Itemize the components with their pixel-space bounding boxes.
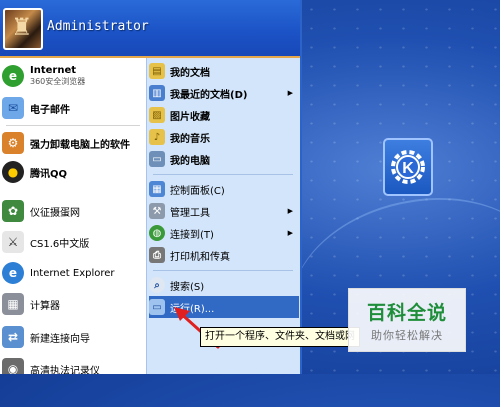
- search-icon: ⌕: [149, 277, 165, 293]
- place-label: 我的文档: [170, 67, 210, 79]
- kde-gear-icon: K: [391, 150, 425, 184]
- system-label: 连接到(T): [170, 229, 214, 241]
- recent-item-uninstall[interactable]: ⚙ 强力卸载电脑上的软件: [2, 129, 144, 157]
- my-music-icon: ♪: [149, 129, 165, 145]
- start-menu-header: Administrator: [0, 0, 300, 58]
- recent-item-label: 腾讯QQ: [30, 168, 68, 180]
- watermark-logo: 百科全说 助你轻松解决: [348, 288, 466, 352]
- recent-item-label: 计算器: [30, 300, 60, 312]
- recent-item-ie[interactable]: e Internet Explorer: [2, 259, 144, 287]
- pinned-item-internet[interactable]: e Internet 360安全浏览器: [2, 60, 144, 92]
- separator: [153, 270, 293, 271]
- user-avatar[interactable]: [3, 8, 43, 50]
- place-label: 图片收藏: [170, 111, 210, 123]
- pinned-item-email[interactable]: ✉ 电子邮件: [2, 94, 144, 122]
- start-menu: Administrator e Internet 360安全浏览器 ✉ 电子邮件…: [0, 0, 302, 374]
- recent-item-label: Internet Explorer: [30, 267, 115, 279]
- help-label: 搜索(S): [170, 281, 205, 293]
- email-icon: ✉: [2, 97, 24, 119]
- recent-item-cs[interactable]: ⚔ CS1.6中文版: [2, 228, 144, 256]
- place-label: 我的音乐: [170, 133, 210, 145]
- calculator-icon: ▦: [2, 293, 24, 315]
- system-connect-to[interactable]: ◍ 连接到(T) ▶: [149, 222, 299, 244]
- help-search[interactable]: ⌕ 搜索(S): [149, 274, 299, 296]
- run-tooltip: 打开一个程序、文件夹、文档或网: [200, 327, 360, 347]
- browser-360-icon: e: [2, 65, 24, 87]
- recent-item-label: 高清执法记录仪: [30, 365, 100, 375]
- recent-item-game[interactable]: ✿ 仪征摄蛋网: [2, 197, 144, 225]
- internet-explorer-icon: e: [2, 262, 24, 284]
- user-name: Administrator: [47, 19, 149, 34]
- counter-strike-icon: ⚔: [2, 231, 24, 253]
- system-label: 打印机和传真: [170, 251, 230, 263]
- program-list: e Internet 360安全浏览器 ✉ 电子邮件 ⚙ 强力卸载电脑上的软件 …: [0, 58, 146, 374]
- recent-item-calculator[interactable]: ▦ 计算器: [2, 290, 144, 318]
- system-control-panel[interactable]: ▦ 控制面板(C): [149, 178, 299, 200]
- place-my-computer[interactable]: ▭ 我的电脑: [149, 148, 299, 170]
- connection-wizard-icon: ⇄: [2, 326, 24, 348]
- camera-icon: ◉: [2, 358, 24, 374]
- submenu-arrow-icon: ▶: [287, 89, 293, 97]
- pinned-item-label: Internet: [30, 65, 77, 76]
- printer-icon: ⎙: [149, 247, 165, 263]
- my-documents-icon: ▤: [149, 63, 165, 79]
- watermark-title: 百科全说: [366, 301, 447, 324]
- recent-item-qq[interactable]: ● 腾讯QQ: [2, 158, 144, 186]
- uninstall-icon: ⚙: [2, 132, 24, 154]
- submenu-arrow-icon: ▶: [287, 229, 293, 237]
- place-my-documents[interactable]: ▤ 我的文档: [149, 60, 299, 82]
- recent-item-camera[interactable]: ◉ 高清执法记录仪: [2, 355, 144, 374]
- place-my-music[interactable]: ♪ 我的音乐: [149, 126, 299, 148]
- system-admin-tools[interactable]: ⚒ 管理工具 ▶: [149, 200, 299, 222]
- control-panel-icon: ▦: [149, 181, 165, 197]
- place-label: 我的电脑: [170, 155, 210, 167]
- place-recent-documents[interactable]: ▥ 我最近的文档(D) ▶: [149, 82, 299, 104]
- pinned-item-sublabel: 360安全浏览器: [30, 77, 86, 86]
- system-printers[interactable]: ⎙ 打印机和传真: [149, 244, 299, 266]
- game-icon: ✿: [2, 200, 24, 222]
- system-label: 控制面板(C): [170, 185, 225, 197]
- connect-to-icon: ◍: [149, 225, 165, 241]
- separator: [153, 174, 293, 175]
- recent-item-label: CS1.6中文版: [30, 238, 90, 250]
- separator: [6, 125, 140, 126]
- submenu-arrow-icon: ▶: [287, 207, 293, 215]
- my-pictures-icon: ▨: [149, 107, 165, 123]
- place-my-pictures[interactable]: ▨ 图片收藏: [149, 104, 299, 126]
- qq-penguin-icon: ●: [2, 161, 24, 183]
- svg-text:K: K: [402, 160, 414, 177]
- run-icon: ▭: [149, 299, 165, 315]
- place-label: 我最近的文档(D): [170, 89, 248, 101]
- recent-item-connection-wizard[interactable]: ⇄ 新建连接向导: [2, 323, 144, 351]
- pinned-item-label: 电子邮件: [30, 104, 70, 116]
- recent-item-label: 新建连接向导: [30, 333, 90, 345]
- kde-desktop-icon[interactable]: K: [383, 138, 433, 196]
- system-label: 管理工具: [170, 207, 210, 219]
- my-computer-icon: ▭: [149, 151, 165, 167]
- recent-item-label: 仪征摄蛋网: [30, 207, 80, 219]
- recent-documents-icon: ▥: [149, 85, 165, 101]
- recent-item-label: 强力卸载电脑上的软件: [30, 139, 130, 151]
- watermark-subtitle: 助你轻松解决: [371, 328, 443, 342]
- admin-tools-icon: ⚒: [149, 203, 165, 219]
